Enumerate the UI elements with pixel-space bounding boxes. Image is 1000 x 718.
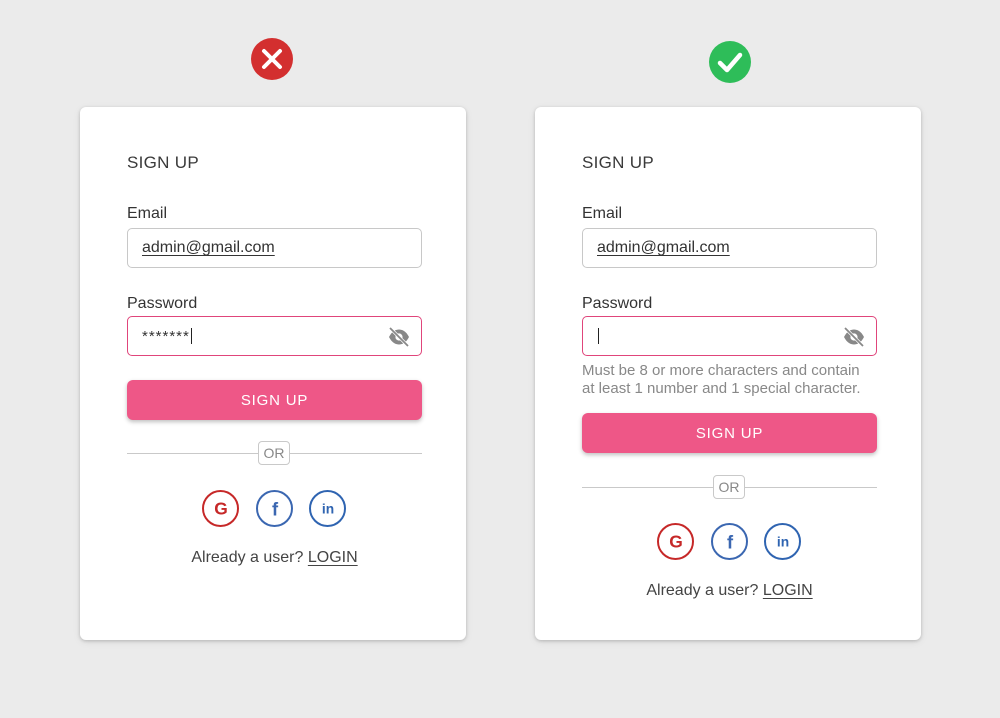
text-caret	[598, 328, 599, 344]
password-value: *******	[142, 327, 190, 345]
svg-text:f: f	[271, 498, 278, 519]
eye-off-icon[interactable]	[842, 326, 866, 348]
password-label: Password	[582, 295, 653, 312]
svg-text:in: in	[776, 534, 788, 549]
social-login-row: G f in	[127, 490, 422, 528]
svg-text:f: f	[726, 531, 733, 552]
signup-button[interactable]: SIGN UP	[582, 413, 877, 453]
login-prompt-text: Already a user?	[646, 582, 759, 599]
eye-off-icon[interactable]	[387, 326, 411, 348]
login-link[interactable]: LOGIN	[763, 582, 813, 599]
or-divider: OR	[127, 441, 422, 465]
login-prompt: Already a user? LOGIN	[582, 582, 877, 600]
linkedin-icon[interactable]: in	[764, 523, 801, 560]
check-icon	[709, 41, 751, 83]
text-caret	[190, 328, 192, 344]
email-label: Email	[582, 205, 623, 222]
facebook-icon[interactable]: f	[256, 490, 293, 527]
password-hint: Must be 8 or more characters and contain…	[582, 362, 882, 398]
or-label: OR	[258, 441, 290, 465]
login-prompt: Already a user? LOGIN	[127, 549, 422, 567]
email-field[interactable]: admin@gmail.com	[582, 228, 877, 268]
svg-text:in: in	[321, 501, 333, 516]
cross-icon	[251, 38, 293, 80]
or-label: OR	[713, 475, 745, 499]
page-title: SIGN UP	[582, 153, 655, 172]
password-field[interactable]	[582, 316, 877, 356]
svg-text:G: G	[214, 498, 228, 518]
email-label: Email	[127, 205, 168, 222]
email-value: admin@gmail.com	[142, 239, 275, 256]
password-hint-line: at least 1 number and 1 special characte…	[582, 380, 861, 397]
google-icon[interactable]: G	[202, 490, 239, 527]
password-hint-line: Must be 8 or more characters and contain	[582, 362, 860, 379]
social-login-row: G f in	[582, 523, 877, 561]
login-prompt-text: Already a user?	[191, 549, 304, 566]
linkedin-icon[interactable]: in	[309, 490, 346, 527]
signup-card-bad: SIGN UP Email admin@gmail.com Password *…	[80, 107, 466, 640]
page-title: SIGN UP	[127, 153, 200, 172]
email-value: admin@gmail.com	[597, 239, 730, 256]
google-icon[interactable]: G	[657, 523, 694, 560]
email-field[interactable]: admin@gmail.com	[127, 228, 422, 268]
facebook-icon[interactable]: f	[711, 523, 748, 560]
or-divider: OR	[582, 475, 877, 499]
signup-button[interactable]: SIGN UP	[127, 380, 422, 420]
password-field[interactable]: *******	[127, 316, 422, 356]
signup-card-good: SIGN UP Email admin@gmail.com Password M…	[535, 107, 921, 640]
password-label: Password	[127, 295, 198, 312]
login-link[interactable]: LOGIN	[308, 549, 358, 566]
svg-text:G: G	[669, 531, 683, 551]
